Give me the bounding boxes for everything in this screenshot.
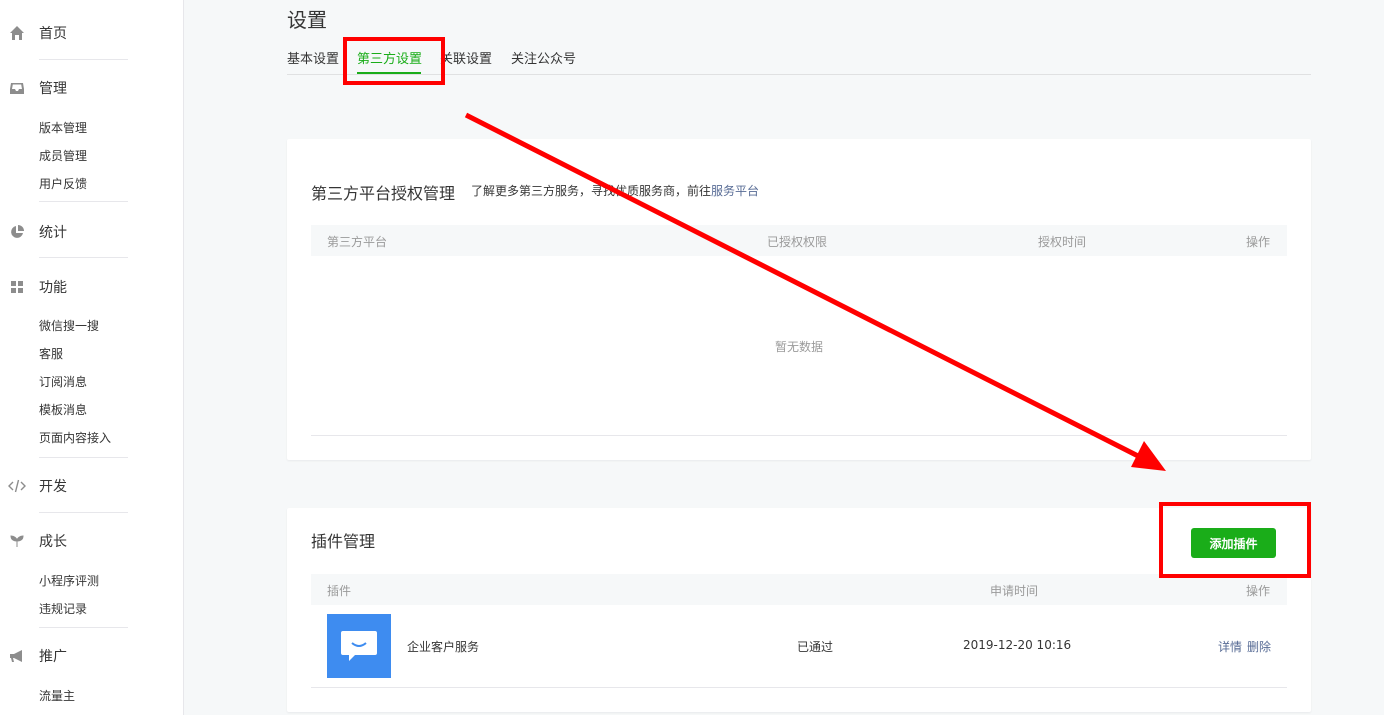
- col-auth-time: 授权时间: [1038, 235, 1087, 249]
- plugin-status: 已通过: [797, 640, 834, 654]
- third-party-title: 第三方平台授权管理: [311, 184, 456, 203]
- third-party-desc-text: 了解更多第三方服务，寻找优质服务商，前往: [471, 184, 712, 198]
- divider: [39, 257, 128, 258]
- sidebar-item-customer-service[interactable]: 客服: [39, 345, 63, 362]
- sidebar-item-traffic-owner[interactable]: 流量主: [39, 687, 75, 704]
- grid-icon: [8, 278, 26, 296]
- sidebar-item-label: 推广: [39, 649, 67, 665]
- sidebar-item-template-msg[interactable]: 模板消息: [39, 401, 87, 418]
- sidebar-item-label: 开发: [39, 479, 67, 495]
- divider: [39, 201, 128, 202]
- chat-bubble-icon: [327, 614, 391, 678]
- sidebar-item-version[interactable]: 版本管理: [39, 119, 87, 136]
- add-plugin-button[interactable]: 添加插件: [1191, 528, 1276, 558]
- plugin-title: 插件管理: [311, 532, 376, 551]
- col-platform: 第三方平台: [327, 235, 388, 249]
- sidebar-item-page-content[interactable]: 页面内容接入: [39, 429, 111, 446]
- plugin-name: 企业客户服务: [407, 640, 480, 654]
- page-title: 设置: [287, 8, 327, 32]
- sidebar-item-label: 首页: [39, 26, 67, 42]
- divider: [39, 457, 128, 458]
- plugin-delete-link[interactable]: 删除: [1247, 638, 1271, 655]
- col-permissions: 已授权权限: [767, 235, 828, 249]
- settings-tabs: 基本设置 第三方设置 关联设置 关注公众号: [287, 48, 1311, 75]
- third-party-desc: 了解更多第三方服务，寻找优质服务商，前往服务平台: [471, 182, 759, 199]
- divider: [311, 435, 1287, 436]
- megaphone-icon: [8, 647, 26, 665]
- sidebar-item-label: 功能: [39, 280, 67, 296]
- divider: [39, 59, 128, 60]
- service-platform-link[interactable]: 服务平台: [711, 184, 759, 198]
- third-party-table-header: 第三方平台 已授权权限 授权时间 操作: [311, 225, 1287, 256]
- col-apply-time: 申请时间: [990, 584, 1039, 598]
- col-action: 操作: [1246, 235, 1271, 249]
- plugin-table-header: 插件 申请时间 操作: [311, 574, 1287, 605]
- divider: [39, 512, 128, 513]
- sidebar-item-feedback[interactable]: 用户反馈: [39, 175, 87, 192]
- col-plugin-action: 操作: [1246, 584, 1271, 598]
- code-icon: [8, 477, 26, 495]
- sidebar-item-label: 统计: [39, 225, 67, 241]
- sidebar-item-members[interactable]: 成员管理: [39, 147, 87, 164]
- sidebar-item-label: 管理: [39, 81, 67, 97]
- divider: [39, 627, 128, 628]
- sidebar-item-violations[interactable]: 违规记录: [39, 600, 87, 617]
- inbox-icon: [8, 79, 26, 97]
- plugin-card: [287, 508, 1311, 712]
- col-plugin: 插件: [327, 584, 352, 598]
- sprout-icon: [8, 532, 26, 550]
- active-tab-indicator: [357, 72, 421, 74]
- tab-follow-official[interactable]: 关注公众号: [511, 48, 576, 67]
- tab-basic[interactable]: 基本设置: [287, 48, 339, 67]
- sidebar-item-label: 成长: [39, 534, 67, 550]
- plugin-apply-time: 2019-12-20 10:16: [963, 638, 1072, 652]
- sidebar-item-evaluation[interactable]: 小程序评测: [39, 572, 99, 589]
- plugin-detail-link[interactable]: 详情: [1218, 638, 1242, 655]
- divider: [311, 687, 1287, 688]
- tab-association[interactable]: 关联设置: [440, 48, 492, 67]
- sidebar-item-wechat-search[interactable]: 微信搜一搜: [39, 317, 99, 334]
- sidebar-item-subscribe-msg[interactable]: 订阅消息: [39, 373, 87, 390]
- empty-state: 暂无数据: [775, 340, 824, 354]
- pie-chart-icon: [8, 223, 26, 241]
- home-icon: [8, 24, 26, 42]
- tab-third-party[interactable]: 第三方设置: [357, 48, 422, 67]
- sidebar: 首页 管理 版本管理 成员管理 用户反馈 统计 功能 微信搜一搜 客服 订阅消息…: [0, 0, 184, 715]
